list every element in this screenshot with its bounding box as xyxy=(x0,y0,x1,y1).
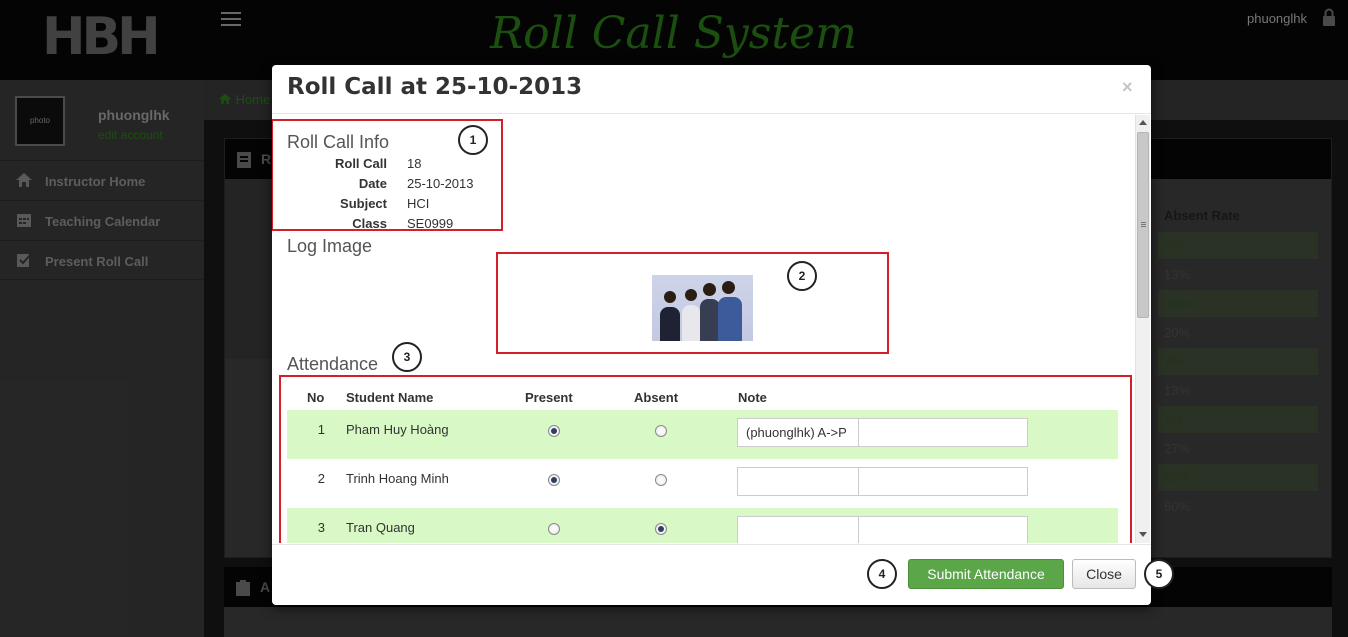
modal-header: Roll Call at 25-10-2013 × xyxy=(272,65,1151,114)
callout-number: 3 xyxy=(392,342,422,372)
callout-number: 5 xyxy=(1144,559,1174,589)
log-image-title: Log Image xyxy=(287,236,373,256)
callout-number: 4 xyxy=(867,559,897,589)
scroll-down-arrow-icon[interactable] xyxy=(1139,532,1147,537)
callout-number: 1 xyxy=(458,125,488,155)
callout-box-log-image xyxy=(496,252,889,354)
roll-call-modal: Roll Call at 25-10-2013 × Roll Call Info… xyxy=(272,65,1151,605)
close-button[interactable]: Close xyxy=(1072,559,1136,589)
callout-box-attendance xyxy=(279,375,1132,543)
modal-body: Roll Call Info Roll Call 18 Date 25-10-2… xyxy=(272,115,1151,543)
modal-title: Roll Call at 25-10-2013 xyxy=(287,74,583,100)
close-icon[interactable]: × xyxy=(1122,77,1133,98)
scroll-thumb[interactable] xyxy=(1137,132,1149,318)
attendance-title: Attendance xyxy=(287,354,379,374)
submit-attendance-button[interactable]: Submit Attendance xyxy=(908,559,1064,589)
callout-number: 2 xyxy=(787,261,817,291)
modal-scrollbar[interactable] xyxy=(1135,115,1150,543)
scroll-up-arrow-icon[interactable] xyxy=(1139,120,1147,125)
modal-footer: 4 Submit Attendance Close xyxy=(272,544,1151,605)
